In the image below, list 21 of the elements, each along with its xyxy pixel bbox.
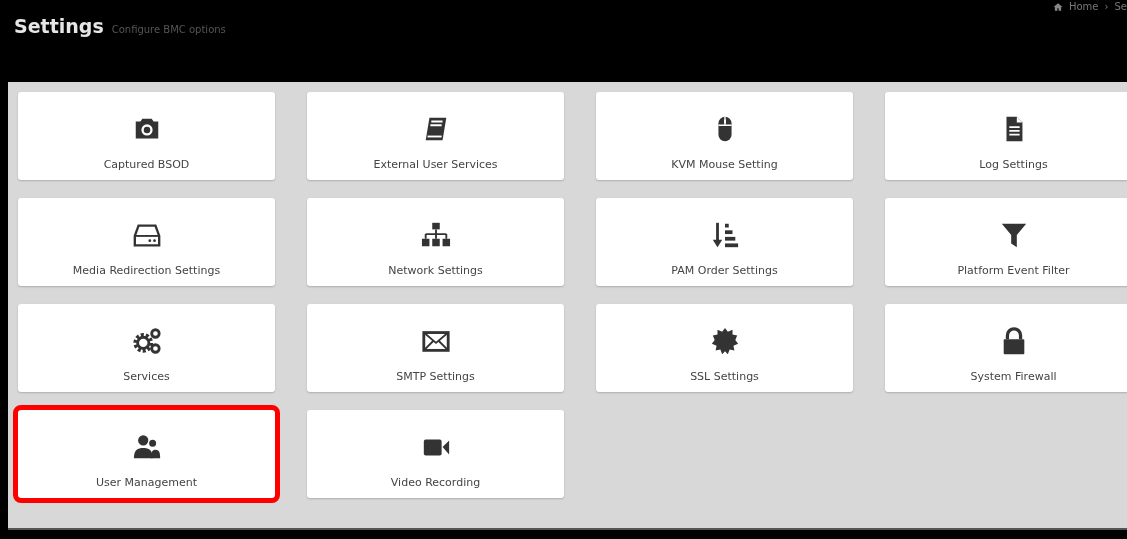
settings-tile[interactable]: System Firewall (885, 304, 1127, 392)
settings-tile[interactable]: PAM Order Settings (596, 198, 853, 286)
breadcrumb-link[interactable]: Home (1068, 1, 1099, 12)
settings-tile[interactable]: SSL Settings (596, 304, 853, 392)
page-title: Settings (14, 15, 104, 37)
settings-tile[interactable]: SMTP Settings (307, 304, 564, 392)
breadcrumb-link[interactable]: Se (1114, 1, 1127, 12)
settings-tile[interactable]: Log Settings (885, 92, 1127, 180)
gears-icon (131, 326, 162, 356)
home-icon (1052, 1, 1063, 12)
breadcrumb-separator: › (1104, 1, 1109, 12)
settings-tile[interactable]: KVM Mouse Setting (596, 92, 853, 180)
settings-tile[interactable]: Platform Event Filter (885, 198, 1127, 286)
page-subtitle: Configure BMC options (111, 24, 226, 35)
badge-icon (709, 326, 740, 356)
settings-tile[interactable]: Media Redirection Settings (18, 198, 275, 286)
settings-tile[interactable]: Captured BSOD (18, 92, 275, 180)
settings-tile[interactable]: Video Recording (307, 410, 564, 498)
settings-tile[interactable]: Network Settings (307, 198, 564, 286)
settings-tile[interactable]: External User Services (307, 92, 564, 180)
settings-tile[interactable]: Services (18, 304, 275, 392)
